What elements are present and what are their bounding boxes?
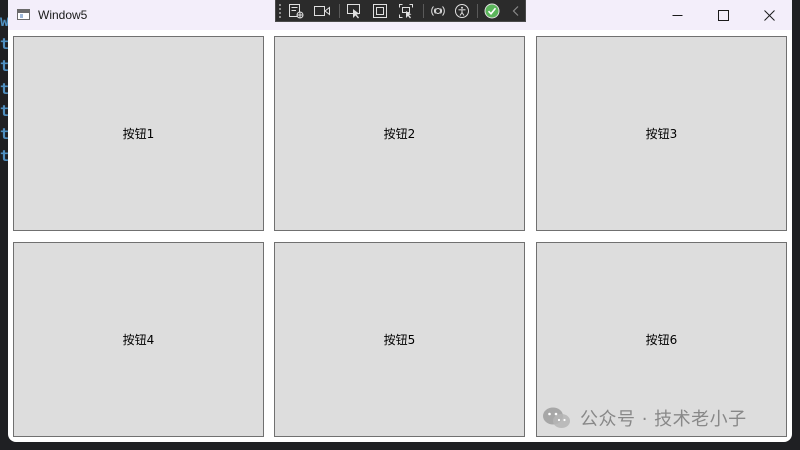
- collapse-chevron-icon: [512, 6, 519, 16]
- button-5[interactable]: 按钮5: [274, 242, 525, 437]
- maximize-icon: [717, 9, 729, 21]
- close-button[interactable]: [746, 0, 792, 30]
- hot-reload-icon: [431, 6, 445, 16]
- select-element-icon: [347, 4, 360, 19]
- window-title: Window5: [38, 8, 88, 22]
- button-5-label: 按钮5: [383, 333, 416, 347]
- button-3[interactable]: 按钮3: [536, 36, 787, 231]
- select-element-button[interactable]: [344, 2, 364, 20]
- live-visual-tree-icon: [289, 4, 304, 19]
- button-2[interactable]: 按钮2: [274, 36, 525, 231]
- record-icon: [314, 6, 330, 16]
- track-focused-element-icon: [399, 4, 413, 19]
- app-window: Window5 按钮1 按钮2 按钮3 按钮4 按钮5 按钮6 公众号 · 技术…: [8, 0, 792, 442]
- live-visual-tree-button[interactable]: [286, 2, 306, 20]
- button-1-label: 按钮1: [122, 127, 155, 141]
- binding-check-icon: [484, 3, 500, 19]
- button-4-label: 按钮4: [122, 333, 155, 347]
- hot-reload-button[interactable]: [428, 2, 448, 20]
- track-focused-element-button[interactable]: [396, 2, 416, 20]
- runtime-debug-toolbar: [275, 0, 526, 22]
- button-6-label: 按钮6: [645, 333, 678, 347]
- maximize-button[interactable]: [700, 0, 746, 30]
- button-4[interactable]: 按钮4: [13, 242, 264, 437]
- button-6[interactable]: 按钮6: [536, 242, 787, 437]
- button-1[interactable]: 按钮1: [13, 36, 264, 231]
- button-3-label: 按钮3: [645, 127, 678, 141]
- button-2-label: 按钮2: [383, 127, 416, 141]
- binding-check-button[interactable]: [482, 2, 502, 20]
- app-icon: [17, 9, 30, 20]
- minimize-icon: [672, 14, 682, 16]
- display-layout-adorners-button[interactable]: [370, 2, 390, 20]
- accessibility-icon: [455, 4, 469, 18]
- record-button[interactable]: [312, 2, 332, 20]
- collapse-toolbar-button[interactable]: [506, 2, 526, 20]
- close-icon: [763, 9, 775, 21]
- accessibility-button[interactable]: [452, 2, 472, 20]
- display-layout-adorners-icon: [373, 4, 387, 18]
- toolbar-grip[interactable]: [279, 4, 281, 18]
- desktop: w t t t t t t Window5 按钮1 按钮2 按钮3 按钮4 按钮…: [0, 0, 800, 450]
- minimize-button[interactable]: [654, 0, 700, 30]
